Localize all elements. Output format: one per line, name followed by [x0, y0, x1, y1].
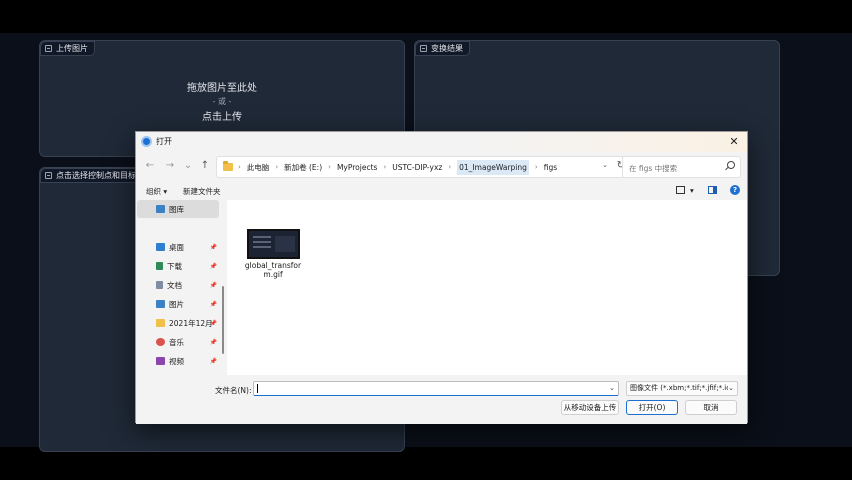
sidebar-item-gallery[interactable]: 图库 [137, 200, 219, 218]
breadcrumb-this-pc[interactable]: 此电脑 [247, 162, 270, 173]
sidebar-item-pictures[interactable]: 图片 📌 [137, 295, 219, 313]
sidebar-item-label: 桌面 [169, 242, 184, 252]
chevron-down-icon: ⌄ [728, 382, 734, 395]
breadcrumb-myprojects[interactable]: MyProjects [337, 163, 377, 172]
result-panel-label-text: 变换结果 [431, 44, 463, 53]
sidebar-item-2021-12[interactable]: 2021年12月 📌 [137, 314, 219, 332]
video-icon [156, 357, 165, 365]
breadcrumb-drive-e[interactable]: 新加卷 (E:) [284, 162, 322, 173]
pin-icon: 📌 [209, 300, 217, 308]
breadcrumb-separator: › [534, 163, 538, 171]
text-caret [257, 384, 258, 393]
preview-pane-icon[interactable] [708, 186, 717, 194]
sidebar-item-label: 下载 [167, 261, 182, 271]
file-list-area[interactable]: global_transform.gif [227, 200, 747, 375]
navigation-bar: ← → ⌄ ↑ › 此电脑 › 新加卷 (E:) › MyProjects › … [136, 152, 747, 180]
screen: 上传图片 拖放图片至此处 - 或 - 点击上传 变换结果 点击选择控制点和目标点… [0, 0, 852, 480]
breadcrumb-separator: › [238, 163, 241, 171]
view-mode-icon[interactable] [676, 186, 685, 194]
result-panel-label: 变换结果 [415, 41, 470, 56]
gallery-icon [156, 205, 165, 213]
open-button[interactable]: 打开(O) [626, 400, 678, 415]
sidebar-item-label: 视频 [169, 356, 184, 366]
download-icon [156, 262, 163, 270]
filename-input[interactable]: ⌄ [253, 381, 619, 396]
upload-panel-label-text: 上传图片 [56, 44, 88, 53]
image-icon [45, 172, 52, 179]
pin-icon: 📌 [209, 357, 217, 365]
click-upload-text[interactable]: 点击上传 [40, 108, 404, 123]
sidebar-item-downloads[interactable]: 下载 📌 [137, 257, 219, 275]
drop-text: 拖放图片至此处 [187, 83, 257, 94]
pin-icon: 📌 [209, 281, 217, 289]
new-folder-button[interactable]: 新建文件夹 [183, 186, 221, 197]
sidebar-item-videos[interactable]: 视频 📌 [137, 352, 219, 370]
image-icon [420, 45, 427, 52]
breadcrumb-separator: › [275, 163, 279, 171]
breadcrumb-separator: › [448, 163, 452, 171]
sidebar-item-label: 文档 [167, 280, 182, 290]
open-file-dialog: 打开 ✕ ← → ⌄ ↑ › 此电脑 › 新加卷 (E:) › MyProjec… [135, 131, 748, 424]
breadcrumb-ustc-dip[interactable]: USTC-DIP-yxz [392, 163, 442, 172]
filename-label: 文件名(N): [215, 386, 252, 395]
sidebar-item-label: 图库 [169, 204, 184, 214]
gif-thumbnail [246, 229, 300, 259]
document-icon [156, 281, 163, 289]
breadcrumb-imagewarping[interactable]: 01_ImageWarping [457, 159, 529, 175]
recent-locations-icon[interactable]: ⌄ [180, 158, 196, 174]
up-arrow-icon[interactable]: ↑ [197, 158, 213, 174]
pin-icon: 📌 [209, 243, 217, 251]
forward-arrow-icon[interactable]: → [162, 158, 178, 174]
upload-panel-label: 上传图片 [40, 41, 95, 56]
help-icon[interactable]: ? [730, 185, 740, 195]
folder-icon [156, 319, 165, 327]
close-button[interactable]: ✕ [726, 134, 742, 150]
breadcrumb-separator: › [383, 163, 387, 171]
dialog-title: 打开 [156, 137, 172, 146]
address-dropdown-icon[interactable]: ⌄ [602, 161, 608, 169]
back-arrow-icon[interactable]: ← [142, 158, 158, 174]
view-menu-chevron[interactable]: ▾ [690, 186, 694, 195]
chevron-down-icon[interactable]: ⌄ [609, 384, 615, 392]
address-bar[interactable]: › 此电脑 › 新加卷 (E:) › MyProjects › USTC-DIP… [216, 156, 632, 178]
organize-menu[interactable]: 组织 ▾ [146, 186, 167, 197]
sidebar-item-label: 音乐 [169, 337, 184, 347]
sidebar-item-desktop[interactable]: 桌面 📌 [137, 238, 219, 256]
mobile-upload-button[interactable]: 从移动设备上传 [561, 400, 619, 415]
music-icon [156, 338, 165, 346]
search-icon [727, 161, 735, 169]
breadcrumb: › 此电脑 › 新加卷 (E:) › MyProjects › USTC-DIP… [223, 157, 557, 177]
filetype-value: 图像文件 (*.xbm;*.tif;*.jfif;*.ico [630, 384, 735, 392]
sidebar-item-label: 图片 [169, 299, 184, 309]
sidebar-item-label: 2021年12月 [169, 318, 213, 328]
dialog-toolbar: 组织 ▾ 新建文件夹 ▾ ? [136, 182, 747, 200]
filetype-select[interactable]: 图像文件 (*.xbm;*.tif;*.jfif;*.ico ⌄ [626, 381, 738, 396]
pin-icon: 📌 [209, 262, 217, 270]
file-name: global_transform.gif [244, 261, 302, 279]
sidebar-item-documents[interactable]: 文档 📌 [137, 276, 219, 294]
pictures-icon [156, 300, 165, 308]
cancel-button[interactable]: 取消 [685, 400, 737, 415]
breadcrumb-figs[interactable]: figs [544, 163, 557, 172]
select-panel-label-text: 点击选择控制点和目标点 [56, 171, 144, 180]
search-input[interactable]: 在 figs 中搜索 [629, 163, 677, 174]
breadcrumb-separator: › [328, 163, 331, 171]
file-item[interactable]: global_transform.gif [241, 226, 305, 279]
desktop-icon [156, 243, 165, 251]
navigation-pane: 图库 桌面 📌 下载 📌 文档 📌 图片 📌 2021年12月 📌 音乐 📌 视… [136, 200, 227, 375]
image-icon [45, 45, 52, 52]
search-box[interactable]: 在 figs 中搜索 [622, 156, 741, 178]
dialog-footer: 文件名(N): ⌄ 图像文件 (*.xbm;*.tif;*.jfif;*.ico… [136, 375, 747, 424]
or-text: - 或 - [212, 97, 232, 106]
sidebar-scrollbar[interactable] [222, 286, 224, 354]
browser-app-icon [141, 136, 152, 147]
pin-icon: 📌 [209, 338, 217, 346]
sidebar-item-music[interactable]: 音乐 📌 [137, 333, 219, 351]
dialog-titlebar[interactable]: 打开 ✕ [136, 132, 747, 152]
pin-icon: 📌 [209, 319, 217, 327]
folder-icon [223, 161, 233, 171]
